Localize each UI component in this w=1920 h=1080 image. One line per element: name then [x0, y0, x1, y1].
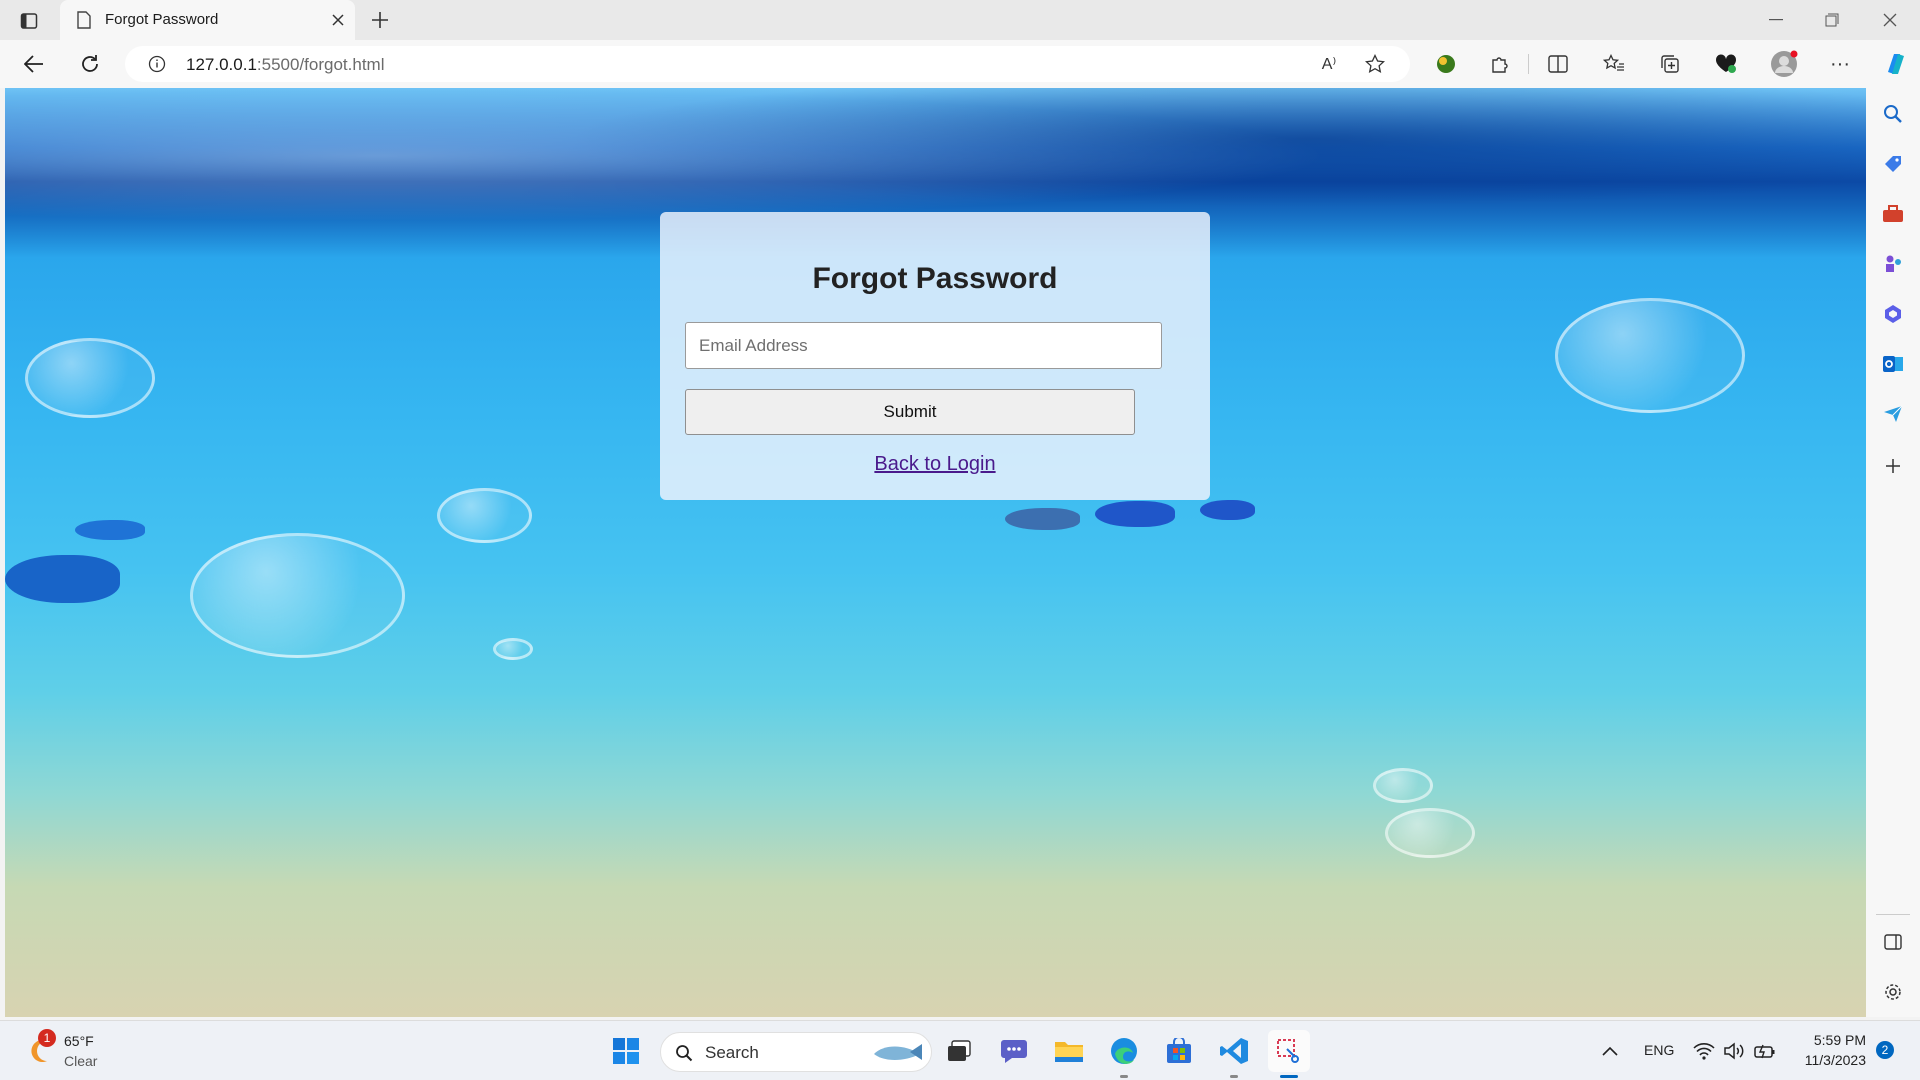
bubble-decoration	[437, 488, 532, 543]
tab-actions-icon[interactable]	[18, 10, 40, 32]
back-icon[interactable]	[22, 52, 46, 76]
toolbar-divider	[1528, 54, 1529, 74]
edge-sidebar	[1866, 88, 1920, 1017]
address-bar[interactable]: 127.0.0.1:5500/forgot.html A⁾	[125, 46, 1410, 82]
notification-badge[interactable]: 2	[1876, 1041, 1894, 1059]
add-sidebar-app-icon[interactable]	[1881, 454, 1905, 478]
bubble-decoration	[1373, 768, 1433, 803]
browser-essentials-icon[interactable]	[1712, 50, 1740, 78]
vscode-icon[interactable]	[1213, 1030, 1255, 1072]
fish-decoration	[1200, 500, 1255, 520]
fish-decoration	[5, 555, 120, 603]
outlook-icon[interactable]	[1881, 352, 1905, 376]
weather-widget[interactable]: 1 65°F Clear	[24, 1029, 134, 1073]
close-window-icon[interactable]	[1878, 8, 1902, 32]
page-viewport: Forgot Password Submit Back to Login	[5, 88, 1866, 1017]
restore-icon[interactable]	[1820, 8, 1844, 32]
favorites-icon[interactable]	[1600, 50, 1628, 78]
url-host: 127.0.0.1	[186, 55, 257, 74]
teams-chat-icon[interactable]	[993, 1030, 1035, 1072]
url-text: 127.0.0.1:5500/forgot.html	[186, 55, 384, 75]
edge-running-indicator	[1120, 1075, 1128, 1078]
edge-browser-icon[interactable]	[1103, 1030, 1145, 1072]
bubble-decoration	[25, 338, 155, 418]
wifi-icon[interactable]	[1692, 1039, 1716, 1063]
bubble-decoration	[1555, 298, 1745, 413]
new-tab-icon[interactable]	[368, 8, 392, 32]
tab-title: Forgot Password	[105, 11, 219, 28]
close-tab-icon[interactable]	[328, 10, 348, 30]
search-highlight-icon	[871, 1039, 925, 1067]
task-view-icon[interactable]	[938, 1030, 980, 1072]
submit-button[interactable]: Submit	[685, 389, 1135, 435]
favorite-star-icon[interactable]	[1363, 53, 1387, 75]
search-label: Search	[705, 1043, 759, 1062]
shopping-tag-icon[interactable]	[1881, 152, 1905, 176]
collections-icon[interactable]	[1656, 50, 1684, 78]
search-icon[interactable]	[1881, 102, 1905, 126]
browser-title-bar: Forgot Password	[0, 0, 1920, 40]
page-icon	[74, 10, 94, 30]
extensions-puzzle-icon[interactable]	[1486, 50, 1514, 78]
fish-decoration	[1095, 501, 1175, 527]
copilot-icon[interactable]	[1880, 48, 1912, 80]
chevron-up-icon[interactable]	[1598, 1039, 1622, 1063]
hide-sidebar-icon[interactable]	[1881, 930, 1905, 954]
games-chess-icon[interactable]	[1881, 252, 1905, 276]
fish-decoration	[75, 520, 145, 540]
search-icon	[673, 1042, 695, 1064]
read-aloud-icon[interactable]: A⁾	[1317, 53, 1341, 75]
windows-taskbar: 1 65°F Clear Search ENG 5:59 PM 11/3/202…	[0, 1020, 1920, 1080]
tools-briefcase-icon[interactable]	[1881, 202, 1905, 226]
form-title: Forgot Password	[812, 262, 1058, 295]
bubble-decoration	[1385, 808, 1475, 858]
site-info-icon[interactable]	[147, 54, 167, 74]
bubble-decoration	[493, 638, 533, 660]
fish-decoration	[1005, 508, 1080, 530]
url-path: :5500/forgot.html	[256, 55, 385, 74]
more-menu-icon[interactable]: ···	[1826, 50, 1854, 78]
weather-alert-badge: 1	[38, 1029, 56, 1047]
microsoft-store-icon[interactable]	[1158, 1030, 1200, 1072]
microsoft-365-icon[interactable]	[1881, 302, 1905, 326]
split-screen-icon[interactable]	[1544, 50, 1572, 78]
clock-date[interactable]: 11/3/2023	[1792, 1052, 1866, 1068]
settings-gear-icon[interactable]	[1881, 980, 1905, 1004]
bubble-decoration	[190, 533, 405, 658]
extension-globe-icon[interactable]	[1432, 50, 1460, 78]
browser-toolbar: 127.0.0.1:5500/forgot.html A⁾ ···	[0, 40, 1920, 88]
taskbar-search[interactable]: Search	[660, 1032, 932, 1072]
tab-forgot-password[interactable]: Forgot Password	[60, 0, 355, 40]
clock-time[interactable]: 5:59 PM	[1796, 1032, 1866, 1048]
forgot-password-card: Forgot Password Submit Back to Login	[660, 212, 1210, 500]
battery-icon[interactable]	[1752, 1039, 1778, 1063]
file-explorer-icon[interactable]	[1048, 1030, 1090, 1072]
volume-icon[interactable]	[1722, 1039, 1746, 1063]
back-to-login-link[interactable]: Back to Login	[660, 453, 1210, 476]
snipping-tool-icon[interactable]	[1268, 1030, 1310, 1072]
language-indicator[interactable]: ENG	[1644, 1042, 1674, 1058]
send-drop-icon[interactable]	[1881, 402, 1905, 426]
weather-desc: Clear	[64, 1053, 98, 1069]
weather-temp: 65°F	[64, 1033, 94, 1049]
snipping-active-indicator	[1280, 1075, 1298, 1078]
start-button[interactable]	[605, 1030, 647, 1072]
sidebar-divider	[1876, 914, 1910, 915]
vscode-running-indicator	[1230, 1075, 1238, 1078]
email-field[interactable]	[685, 322, 1162, 369]
minimize-icon[interactable]	[1764, 8, 1788, 32]
profile-avatar[interactable]	[1768, 48, 1800, 80]
refresh-icon[interactable]	[78, 52, 102, 76]
